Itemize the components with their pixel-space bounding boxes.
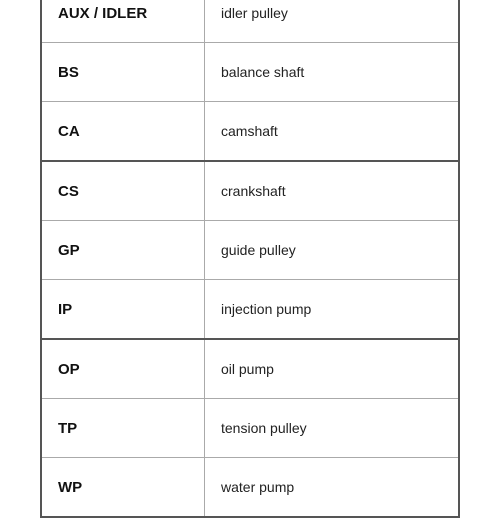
cell-code: TP — [42, 399, 205, 457]
table-row: BSbalance shaft — [42, 43, 458, 102]
table-row: WPwater pump — [42, 458, 458, 516]
table-row: OPoil pump — [42, 340, 458, 399]
cell-code: IP — [42, 280, 205, 338]
cell-description: tension pulley — [205, 399, 458, 457]
table-row: AUX / IDLERidler pulley — [42, 0, 458, 43]
cell-description: oil pump — [205, 340, 458, 398]
table-row: CAcamshaft — [42, 102, 458, 162]
cell-description: water pump — [205, 458, 458, 516]
table-row: CScrankshaft — [42, 162, 458, 221]
cell-description: camshaft — [205, 102, 458, 160]
cell-code: OP — [42, 340, 205, 398]
cell-code: GP — [42, 221, 205, 279]
cell-code: CS — [42, 162, 205, 220]
cell-description: injection pump — [205, 280, 458, 338]
cell-code: AUX / IDLER — [42, 0, 205, 42]
table-row: TPtension pulley — [42, 399, 458, 458]
cell-description: crankshaft — [205, 162, 458, 220]
abbreviation-table: AUX / IDLERidler pulleyBSbalance shaftCA… — [40, 0, 460, 518]
cell-description: guide pulley — [205, 221, 458, 279]
cell-code: CA — [42, 102, 205, 160]
cell-code: WP — [42, 458, 205, 516]
cell-description: idler pulley — [205, 0, 458, 42]
table-row: IPinjection pump — [42, 280, 458, 340]
cell-description: balance shaft — [205, 43, 458, 101]
cell-code: BS — [42, 43, 205, 101]
table-row: GPguide pulley — [42, 221, 458, 280]
